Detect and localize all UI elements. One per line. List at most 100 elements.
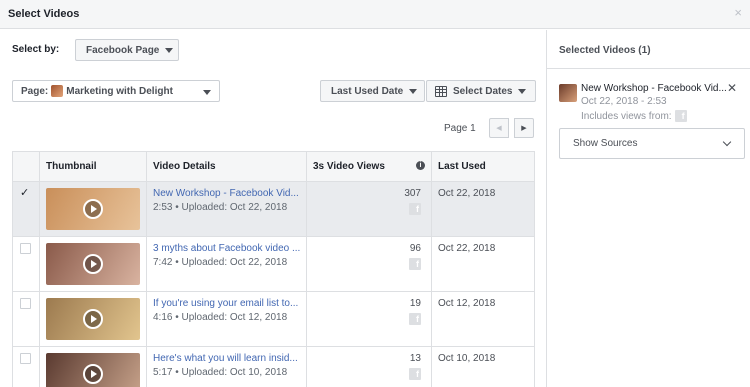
table-row[interactable]: ✓ New Workshop - Facebook Vid... 2:53 • Up…: [12, 181, 535, 237]
header-thumbnail: Thumbnail: [39, 151, 147, 182]
select-cell: [12, 236, 40, 292]
row-checkbox[interactable]: ✓: [20, 188, 31, 199]
video-thumbnail[interactable]: [46, 188, 140, 230]
header-3s-views: 3s Video Views i: [306, 151, 432, 182]
play-icon: [83, 364, 103, 384]
table-row[interactable]: If you're using your email list to... 4:1…: [12, 291, 535, 347]
selected-videos-title: Selected Videos (1): [559, 45, 651, 56]
select-by-label: Select by:: [12, 44, 60, 55]
show-sources-dropdown[interactable]: Show Sources: [559, 128, 745, 159]
last-used-date: Oct 12, 2018: [438, 298, 496, 309]
video-meta: 2:53 • Uploaded: Oct 22, 2018: [153, 202, 288, 213]
last-used-cell: Oct 22, 2018: [431, 236, 535, 292]
last-used-date: Oct 22, 2018: [438, 188, 496, 199]
video-list-panel: Select by: Facebook Page Page: Marketing…: [0, 30, 545, 387]
dialog-title: Select Videos: [8, 8, 80, 20]
chevron-down-icon: [722, 137, 732, 147]
last-used-cell: Oct 12, 2018: [431, 291, 535, 347]
selected-video-title: New Workshop - Facebook Vid...: [581, 83, 727, 94]
play-icon: [83, 199, 103, 219]
selected-video-thumbnail: [559, 84, 577, 102]
thumbnail-cell: [39, 346, 147, 387]
select-by-value: Facebook Page: [86, 44, 160, 56]
select-dates-dropdown[interactable]: Select Dates: [426, 80, 536, 102]
selected-video-date: Oct 22, 2018 - 2:53: [581, 96, 667, 107]
video-views: 307: [404, 188, 421, 199]
thumbnail-cell: [39, 181, 147, 237]
previous-page-button[interactable]: ◀: [489, 118, 509, 138]
caret-down-icon: [203, 90, 211, 95]
video-thumbnail[interactable]: [46, 353, 140, 387]
divider: [547, 68, 750, 69]
views-cell: 307 f: [306, 181, 432, 237]
facebook-icon: f: [409, 368, 421, 380]
facebook-icon: f: [409, 258, 421, 270]
video-title-link[interactable]: 3 myths about Facebook video ...: [153, 243, 306, 254]
play-icon: [83, 254, 103, 274]
row-checkbox[interactable]: [20, 243, 31, 254]
sort-dropdown[interactable]: Last Used Date: [320, 80, 425, 102]
details-cell: If you're using your email list to... 4:1…: [146, 291, 307, 347]
table-row[interactable]: 3 myths about Facebook video ... 7:42 • U…: [12, 236, 535, 292]
chevron-right-icon: ▶: [521, 125, 527, 132]
includes-views-label: Includes views from:: [581, 110, 672, 122]
select-cell: [12, 291, 40, 347]
select-cell: ✓: [12, 181, 40, 237]
page-number-label: Page 1: [444, 123, 476, 134]
calendar-icon: [435, 85, 447, 97]
row-checkbox[interactable]: [20, 353, 31, 364]
videos-table: Thumbnail Video Details 3s Video Views i …: [12, 151, 535, 387]
sort-label: Last Used Date: [331, 85, 404, 97]
video-views: 96: [409, 243, 421, 254]
header-video-details: Video Details: [146, 151, 307, 182]
table-row[interactable]: Here's what you will learn insid... 5:17 …: [12, 346, 535, 387]
views-cell: 96 f: [306, 236, 432, 292]
video-title-link[interactable]: Here's what you will learn insid...: [153, 353, 306, 364]
page-dropdown[interactable]: Page: Marketing with Delight: [12, 80, 220, 102]
caret-down-icon: [518, 88, 527, 94]
header-last-used: Last Used: [431, 151, 535, 182]
video-meta: 7:42 • Uploaded: Oct 22, 2018: [153, 257, 288, 268]
caret-down-icon: [165, 47, 174, 53]
header-3s-views-label: 3s Video Views: [313, 161, 385, 172]
video-views: 13: [409, 353, 421, 364]
page-avatar: [51, 85, 64, 97]
video-thumbnail[interactable]: [46, 298, 140, 340]
facebook-icon: f: [674, 110, 687, 122]
last-used-date: Oct 22, 2018: [438, 243, 496, 254]
thumbnail-cell: [39, 236, 147, 292]
next-page-button[interactable]: ▶: [514, 118, 534, 138]
row-checkbox[interactable]: [20, 298, 31, 309]
details-cell: New Workshop - Facebook Vid... 2:53 • Upl…: [146, 181, 307, 237]
video-title-link[interactable]: New Workshop - Facebook Vid...: [153, 188, 306, 199]
select-by-dropdown[interactable]: Facebook Page: [75, 39, 179, 61]
video-views: 19: [409, 298, 421, 309]
details-cell: Here's what you will learn insid... 5:17 …: [146, 346, 307, 387]
includes-views-from: Includes views from: f: [581, 110, 687, 122]
facebook-icon: f: [409, 203, 421, 215]
last-used-cell: Oct 22, 2018: [431, 181, 535, 237]
select-cell: [12, 346, 40, 387]
chevron-left-icon: ◀: [496, 125, 502, 132]
select-dates-label: Select Dates: [453, 85, 513, 97]
play-icon: [83, 309, 103, 329]
info-icon[interactable]: i: [416, 161, 425, 170]
last-used-cell: Oct 10, 2018: [431, 346, 535, 387]
video-thumbnail[interactable]: [46, 243, 140, 285]
views-cell: 19 f: [306, 291, 432, 347]
header-select: [12, 151, 40, 182]
page-prefix: Page:: [21, 85, 49, 97]
last-used-date: Oct 10, 2018: [438, 353, 496, 364]
table-header-row: Thumbnail Video Details 3s Video Views i …: [12, 151, 535, 182]
video-meta: 4:16 • Uploaded: Oct 12, 2018: [153, 312, 288, 323]
show-sources-label: Show Sources: [573, 138, 638, 149]
video-meta: 5:17 • Uploaded: Oct 10, 2018: [153, 367, 288, 378]
facebook-icon: f: [409, 313, 421, 325]
thumbnail-cell: [39, 291, 147, 347]
dialog-header: Select Videos ×: [0, 0, 750, 29]
close-icon[interactable]: ×: [734, 6, 742, 20]
details-cell: 3 myths about Facebook video ... 7:42 • U…: [146, 236, 307, 292]
video-title-link[interactable]: If you're using your email list to...: [153, 298, 306, 309]
page-name: Marketing with Delight: [66, 85, 173, 97]
remove-icon[interactable]: ✕: [727, 81, 737, 95]
